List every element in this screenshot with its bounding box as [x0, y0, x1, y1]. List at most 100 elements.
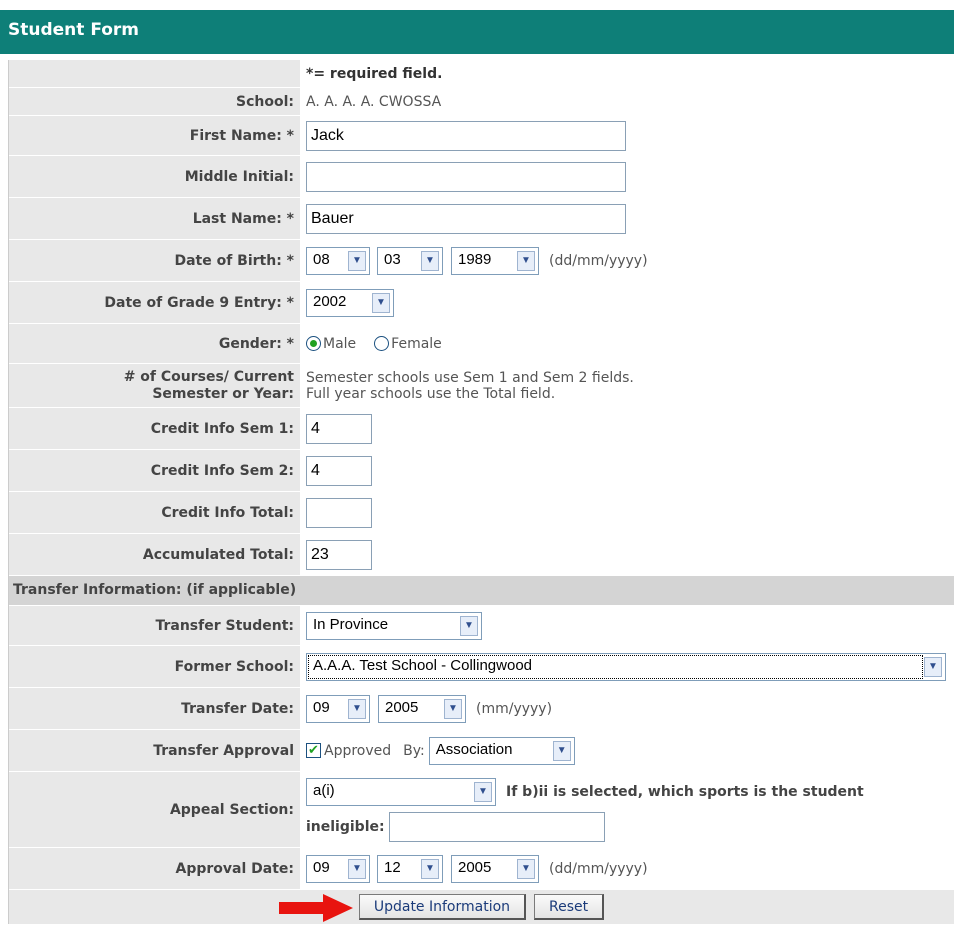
- appeal-section-value: a(i): [313, 781, 335, 799]
- empty-label: [9, 60, 302, 87]
- gender-male-radio[interactable]: [306, 336, 321, 351]
- first-name-input[interactable]: Jack: [306, 120, 626, 151]
- appeal-section-select[interactable]: a(i) ▼: [306, 777, 496, 806]
- chevron-down-icon: ▼: [552, 740, 571, 761]
- approval-month-select[interactable]: 12 ▼: [377, 854, 443, 883]
- gender-female-label: Female: [391, 335, 442, 352]
- gender-label: Gender: *: [9, 324, 302, 363]
- former-school-label: Former School:: [9, 646, 302, 687]
- chevron-down-icon: ▼: [421, 858, 439, 879]
- courses-row: # of Courses/ Current Semester or Year: …: [9, 364, 954, 408]
- credit-sem1-label: Credit Info Sem 1:: [9, 408, 302, 449]
- school-row: School: A. A. A. A. CWOSSA: [9, 88, 954, 116]
- approval-by-select[interactable]: Association ▼: [428, 736, 575, 765]
- chevron-down-icon: ▼: [421, 250, 439, 271]
- transfer-student-select[interactable]: In Province ▼: [306, 611, 482, 640]
- gender-female-radio[interactable]: [374, 336, 390, 351]
- courses-label: # of Courses/ Current Semester or Year:: [9, 364, 302, 407]
- chevron-down-icon: ▼: [444, 698, 462, 719]
- dob-label: Date of Birth: *: [9, 240, 302, 281]
- approval-year-select[interactable]: 2005 ▼: [451, 854, 539, 883]
- transfer-month-select[interactable]: 09 ▼: [306, 694, 370, 723]
- approved-checkbox[interactable]: ✔: [306, 743, 321, 758]
- approved-label: Approved: [324, 742, 392, 759]
- courses-label-line1: # of Courses/ Current: [123, 368, 294, 385]
- ineligible-sports-input[interactable]: [388, 811, 605, 842]
- courses-note-line2: Full year schools use the Total field.: [306, 385, 556, 402]
- chevron-down-icon: ▼: [372, 292, 390, 313]
- dob-row: Date of Birth: * 08 ▼ 03 ▼ 1989 ▼ (dd/mm/yy…: [9, 240, 954, 282]
- form-header: Student Form: [0, 10, 954, 54]
- transfer-student-label: Transfer Student:: [9, 606, 302, 645]
- chevron-down-icon: ▼: [348, 698, 366, 719]
- update-information-button[interactable]: Update Information: [358, 894, 527, 920]
- ineligible-label: ineligible:: [306, 818, 385, 835]
- transfer-student-value: In Province: [313, 615, 389, 633]
- school-label: School:: [9, 88, 302, 115]
- credit-sem2-label: Credit Info Sem 2:: [9, 450, 302, 491]
- last-name-label: Last Name: *: [9, 198, 302, 239]
- approval-day-select[interactable]: 09 ▼: [306, 854, 370, 883]
- dob-format-hint: (dd/mm/yyyy): [549, 252, 648, 269]
- dob-day-select[interactable]: 08 ▼: [306, 246, 370, 275]
- middle-initial-label: Middle Initial:: [9, 156, 302, 197]
- appeal-section-label: Appeal Section:: [9, 772, 302, 847]
- required-note: *= required field.: [302, 60, 954, 87]
- middle-initial-input[interactable]: [306, 161, 626, 192]
- chevron-down-icon: ▼: [517, 858, 535, 879]
- grade9-label: Date of Grade 9 Entry: *: [9, 282, 302, 323]
- transfer-date-row: Transfer Date: 09 ▼ 2005 ▼ (mm/yyyy): [9, 688, 954, 730]
- required-note-text: *= required field.: [306, 65, 443, 82]
- chevron-down-icon: ▼: [924, 656, 942, 677]
- transfer-date-format-hint: (mm/yyyy): [476, 700, 553, 717]
- credit-sem1-row: Credit Info Sem 1: 4: [9, 408, 954, 450]
- by-label: By:: [403, 742, 425, 759]
- approval-month-value: 12: [384, 858, 401, 876]
- credit-total-label: Credit Info Total:: [9, 492, 302, 533]
- chevron-down-icon: ▼: [517, 250, 535, 271]
- transfer-date-label: Transfer Date:: [9, 688, 302, 729]
- credit-total-input[interactable]: [306, 497, 372, 528]
- reset-button[interactable]: Reset: [534, 894, 605, 920]
- chevron-down-icon: ▼: [460, 615, 478, 636]
- appeal-question: If b)ii is selected, which sports is the…: [506, 783, 864, 800]
- credit-sem1-input[interactable]: 4: [306, 413, 372, 444]
- form-title: Student Form: [8, 20, 140, 40]
- required-note-row: *= required field.: [9, 60, 954, 88]
- gender-male-label: Male: [323, 335, 357, 352]
- former-school-row: Former School: A.A.A. Test School - Coll…: [9, 646, 954, 688]
- approval-date-row: Approval Date: 09 ▼ 12 ▼ 2005 ▼ (dd/mm/yyyy…: [9, 848, 954, 890]
- transfer-year-value: 2005: [385, 698, 419, 716]
- transfer-approval-row: Transfer Approval ✔ Approved By: Associa…: [9, 730, 954, 772]
- dob-year-select[interactable]: 1989 ▼: [451, 246, 539, 275]
- first-name-label: First Name: *: [9, 116, 302, 155]
- student-form: *= required field. School: A. A. A. A. C…: [8, 60, 954, 924]
- accumulated-total-row: Accumulated Total: 23: [9, 534, 954, 576]
- approval-date-label: Approval Date:: [9, 848, 302, 889]
- dob-day-value: 08: [313, 250, 330, 268]
- last-name-row: Last Name: * Bauer: [9, 198, 954, 240]
- last-name-input[interactable]: Bauer: [306, 203, 626, 234]
- credit-sem2-input[interactable]: 4: [306, 455, 372, 486]
- middle-initial-row: Middle Initial:: [9, 156, 954, 198]
- dob-month-select[interactable]: 03 ▼: [377, 246, 443, 275]
- approval-year-value: 2005: [458, 858, 492, 876]
- dob-year-value: 1989: [458, 250, 492, 268]
- former-school-select[interactable]: A.A.A. Test School - Collingwood ▼: [306, 652, 946, 681]
- transfer-year-select[interactable]: 2005 ▼: [378, 694, 466, 723]
- approval-date-format-hint: (dd/mm/yyyy): [549, 860, 648, 877]
- credit-total-row: Credit Info Total:: [9, 492, 954, 534]
- radio-selected-dot: [310, 340, 317, 347]
- form-buttons: Update Information Reset: [9, 890, 954, 924]
- chevron-down-icon: ▼: [348, 250, 366, 271]
- dob-month-value: 03: [384, 250, 401, 268]
- accumulated-total-input[interactable]: 23: [306, 539, 372, 570]
- red-arrow-icon: [279, 894, 353, 922]
- transfer-approval-label: Transfer Approval: [9, 730, 302, 771]
- accumulated-total-label: Accumulated Total:: [9, 534, 302, 575]
- courses-label-line2: Semester or Year:: [152, 385, 294, 402]
- chevron-down-icon: ▼: [474, 781, 492, 802]
- grade9-year-value: 2002: [313, 292, 347, 310]
- gender-row: Gender: * Male Female: [9, 324, 954, 364]
- grade9-year-select[interactable]: 2002 ▼: [306, 288, 394, 317]
